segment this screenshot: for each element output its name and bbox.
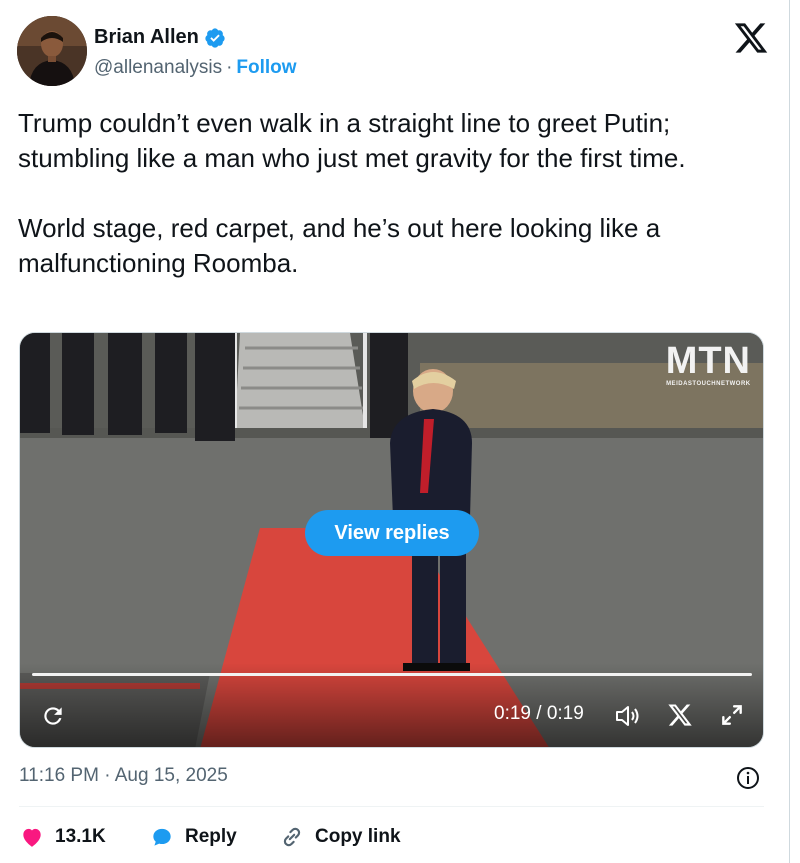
video-progress-bar[interactable] — [32, 673, 752, 676]
tweet-text: Trump couldn’t even walk in a straight l… — [18, 108, 686, 278]
tweet-timestamp[interactable]: 11:16 PM · Aug 15, 2025 — [19, 765, 228, 787]
x-logo-icon[interactable] — [733, 20, 769, 56]
x-small-icon[interactable] — [667, 702, 693, 728]
mtn-watermark: MTN MEIDASTOUCHNETWORK — [665, 340, 751, 387]
link-icon — [283, 827, 301, 847]
video-controls: 0:19 / 0:19 — [20, 687, 763, 747]
author-handle[interactable]: @allenanalysis — [94, 57, 222, 79]
tweet-card: Brian Allen @allenanalysis · Follow Trum… — [0, 0, 790, 863]
author-name-row: Brian Allen — [94, 26, 226, 49]
like-count: 13.1K — [55, 826, 106, 847]
handle-separator: · — [226, 57, 233, 78]
video-time: 0:19 / 0:19 — [494, 703, 584, 724]
reply-label: Reply — [185, 826, 237, 847]
divider — [19, 806, 764, 807]
heart-icon — [23, 828, 41, 847]
view-replies-button[interactable]: View replies — [305, 510, 479, 556]
follow-button[interactable]: Follow — [236, 57, 296, 79]
author-name[interactable]: Brian Allen — [94, 26, 199, 49]
volume-icon[interactable] — [614, 703, 642, 729]
watermark-subtext: MEIDASTOUCHNETWORK — [666, 381, 751, 387]
action-bar: 13.1K Reply Copy link — [19, 820, 401, 854]
like-button[interactable]: 13.1K — [19, 824, 149, 850]
reply-button[interactable]: Reply — [149, 824, 279, 850]
handle-row: @allenanalysis · Follow — [94, 57, 297, 79]
video-player[interactable]: MTN MEIDASTOUCHNETWORK View replies 0:19… — [19, 332, 764, 748]
copy-link-label: Copy link — [315, 826, 401, 847]
tweet-header: Brian Allen @allenanalysis · Follow — [17, 16, 777, 88]
replay-icon[interactable] — [40, 703, 66, 729]
avatar[interactable] — [17, 16, 87, 86]
expand-icon[interactable] — [719, 702, 745, 728]
copy-link-button[interactable]: Copy link — [279, 824, 401, 850]
verified-badge-icon — [205, 27, 225, 48]
info-icon[interactable] — [736, 766, 760, 790]
watermark-text: MTN — [665, 340, 751, 382]
reply-bubble-icon — [153, 828, 171, 846]
